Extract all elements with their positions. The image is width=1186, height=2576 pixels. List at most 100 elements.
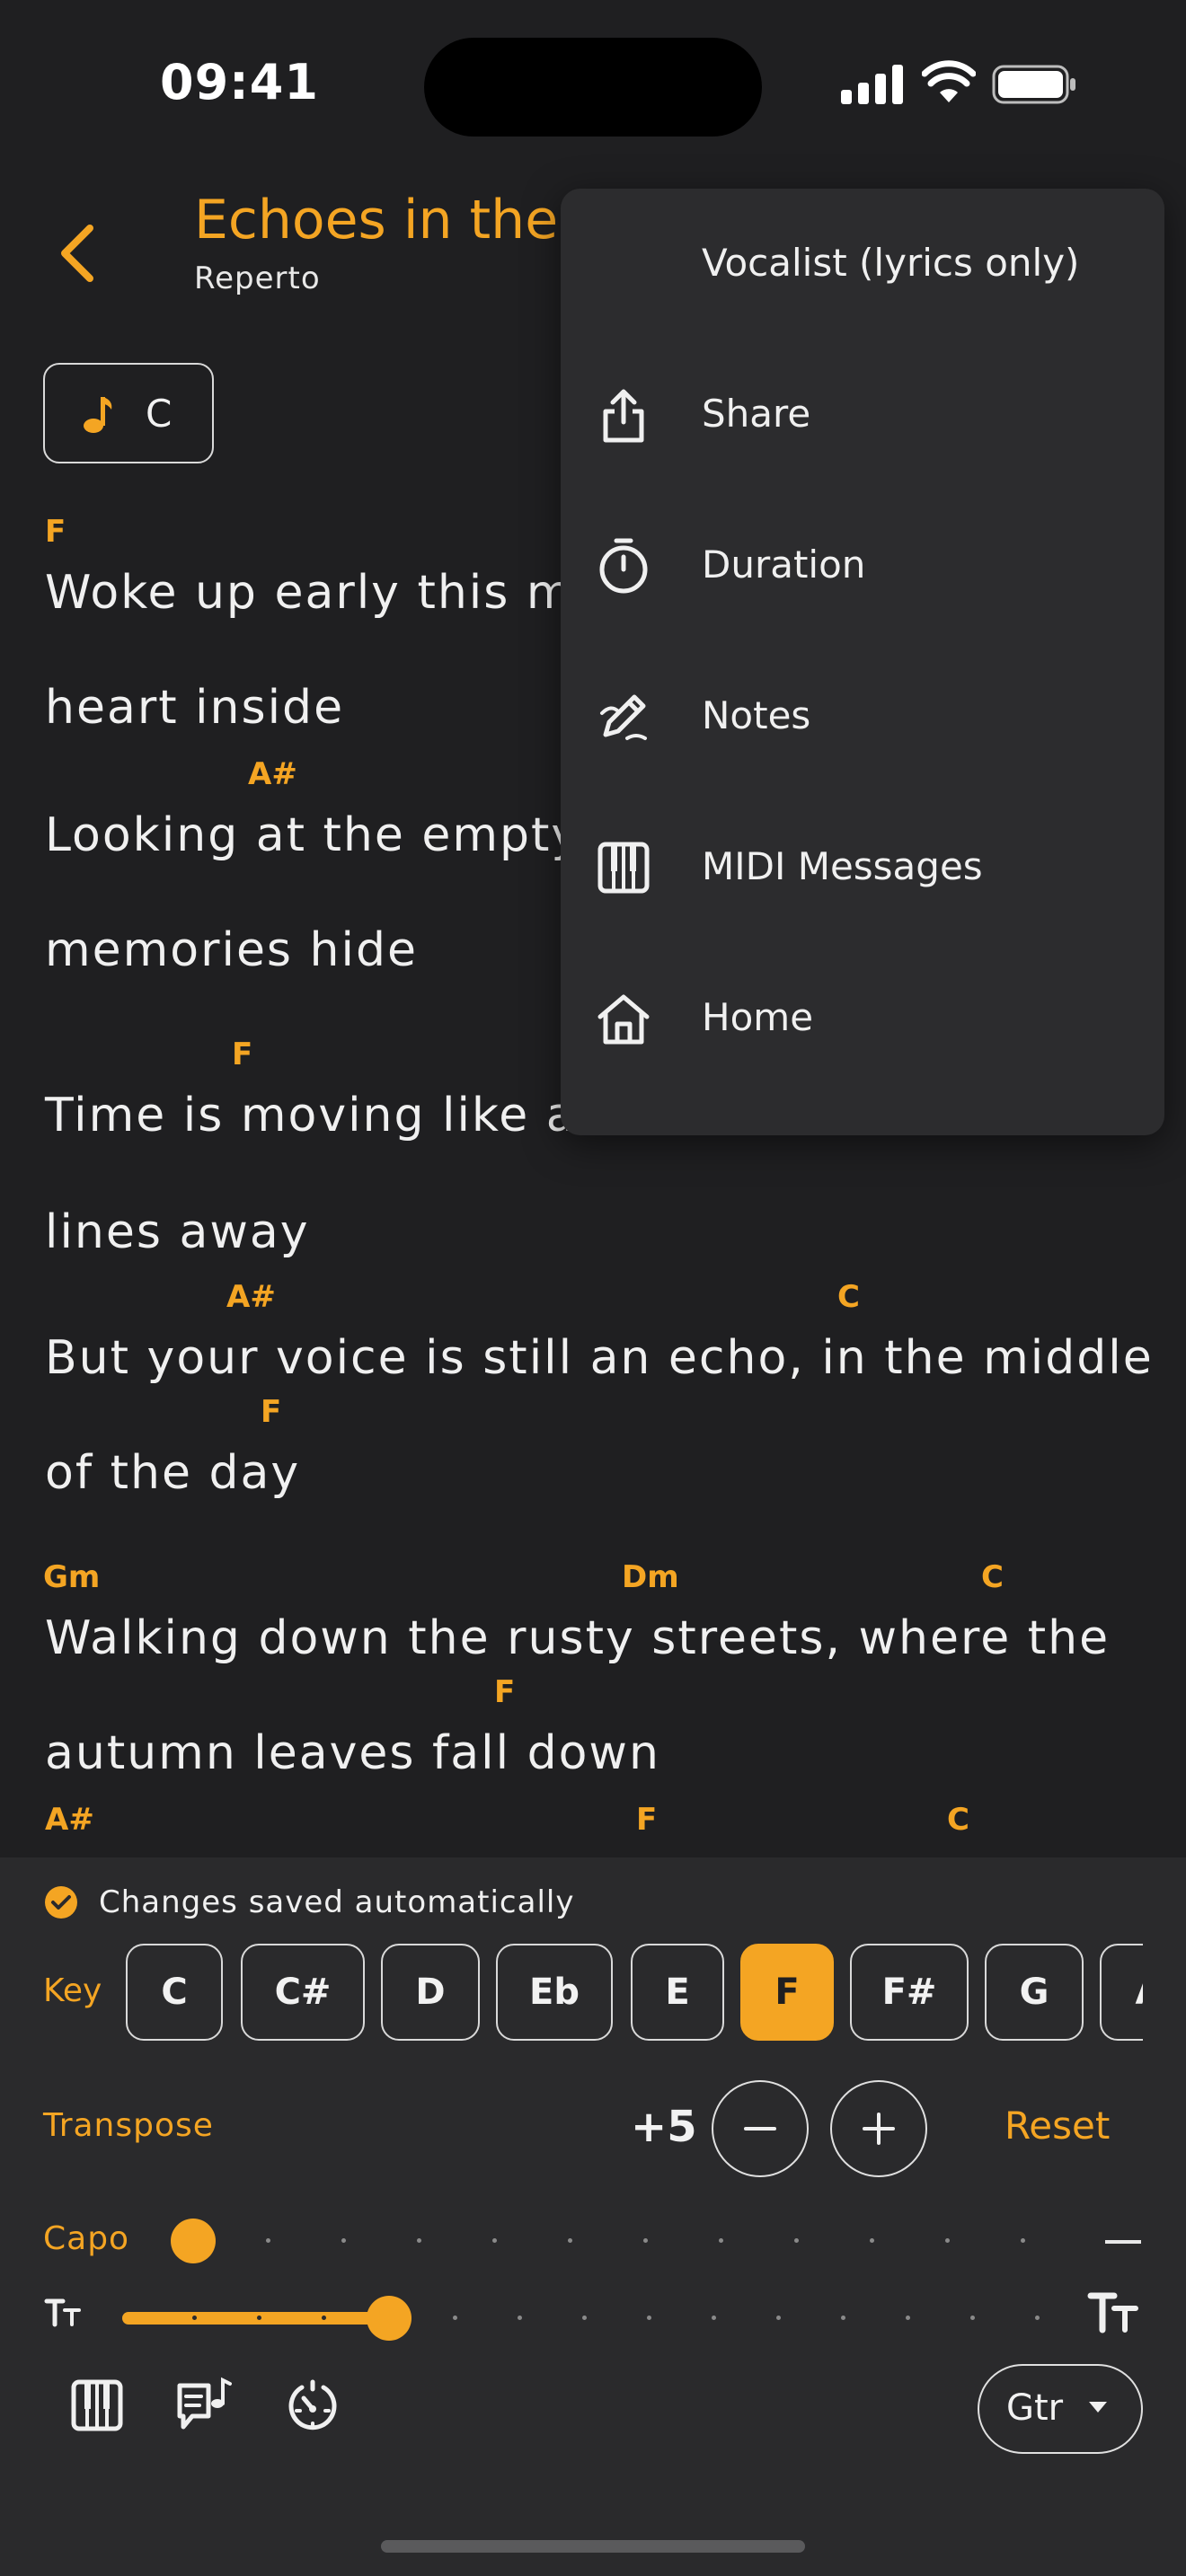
- font-size-small-icon: [44, 2298, 81, 2327]
- capo-tick: [1021, 2238, 1025, 2243]
- capo-tick: [266, 2238, 270, 2243]
- instrument-label: Gtr: [1006, 2387, 1064, 2429]
- chord-label: C: [837, 1279, 860, 1315]
- menu-item-label: Home: [702, 995, 814, 1039]
- home-indicator[interactable]: [381, 2540, 805, 2553]
- lyric-line: Time is moving like a: [45, 1089, 577, 1142]
- transpose-label: Transpose: [43, 2107, 214, 2144]
- font-size-tick: [257, 2316, 261, 2320]
- chord-label: Gm: [43, 1559, 101, 1595]
- instrument-dropdown[interactable]: Gtr: [978, 2364, 1143, 2454]
- key-button-a[interactable]: A: [1100, 1944, 1143, 2041]
- capo-tick: [945, 2238, 950, 2243]
- font-size-tick: [192, 2316, 197, 2320]
- font-size-tick: [582, 2316, 587, 2320]
- menu-item-label: MIDI Messages: [702, 844, 983, 888]
- controls-panel: Changes saved automatically Key C C# D E…: [0, 1857, 1186, 2576]
- options-menu: Vocalist (lyrics only) Share Duration No…: [561, 189, 1164, 1135]
- key-button-eb[interactable]: Eb: [496, 1944, 613, 2041]
- lyric-line: of the day: [45, 1446, 301, 1500]
- capo-tick: [417, 2238, 421, 2243]
- font-size-tick: [322, 2316, 326, 2320]
- key-button-f[interactable]: F: [740, 1944, 834, 2041]
- reset-button[interactable]: Reset: [1005, 2104, 1110, 2148]
- share-icon: [603, 389, 644, 443]
- font-size-tick: [906, 2316, 910, 2320]
- font-size-tick: [453, 2316, 457, 2320]
- pencil-icon: [600, 694, 647, 740]
- font-size-slider-fill: [122, 2312, 388, 2325]
- menu-item-label: Notes: [702, 693, 811, 737]
- key-button-c-sharp[interactable]: C#: [241, 1944, 365, 2041]
- capo-tick: [341, 2238, 346, 2243]
- menu-item-midi-messages[interactable]: MIDI Messages: [561, 792, 1164, 943]
- lyric-line: Looking at the empty: [45, 808, 581, 862]
- font-size-tick: [841, 2316, 845, 2320]
- key-selector[interactable]: C C# D Eb E F F# G A: [126, 1944, 1143, 2044]
- capo-tick: [870, 2238, 874, 2243]
- chord-label: F: [45, 514, 66, 550]
- plus-icon: [863, 2113, 895, 2145]
- key-button-e[interactable]: E: [631, 1944, 724, 2041]
- lyrics-music-icon[interactable]: [174, 2377, 232, 2434]
- font-size-slider-thumb[interactable]: [367, 2296, 412, 2341]
- menu-item-home[interactable]: Home: [561, 943, 1164, 1094]
- menu-item-label: Duration: [702, 543, 866, 587]
- font-size-tick: [712, 2316, 716, 2320]
- font-size-tick: [647, 2316, 651, 2320]
- stopwatch-icon: [599, 538, 648, 594]
- chord-label: C: [947, 1802, 969, 1838]
- chord-label: Dm: [622, 1559, 679, 1595]
- lyric-line: Woke up early this mo: [45, 566, 605, 620]
- chord-label: A#: [226, 1279, 276, 1315]
- transpose-down-button[interactable]: [712, 2080, 809, 2177]
- lyric-line: heart inside: [45, 681, 345, 735]
- font-size-tick: [970, 2316, 975, 2320]
- chord-label: A#: [248, 756, 297, 792]
- font-size-large-icon: [1087, 2292, 1138, 2333]
- lyric-line: But your voice is still an echo, in the …: [45, 1331, 1154, 1385]
- lyric-line: Walking down the rusty streets, where th…: [45, 1611, 1111, 1665]
- capo-label: Capo: [43, 2220, 130, 2257]
- capo-tick: [492, 2238, 497, 2243]
- transpose-value: +5: [631, 2102, 697, 2152]
- menu-item-vocalist[interactable]: Vocalist (lyrics only): [561, 189, 1164, 340]
- lyric-line: lines away: [45, 1205, 310, 1259]
- capo-tick: [719, 2238, 723, 2243]
- lyric-line: memories hide: [45, 923, 418, 977]
- font-size-tick: [776, 2316, 781, 2320]
- metronome-icon[interactable]: [284, 2377, 341, 2434]
- chord-label: F: [232, 1037, 253, 1072]
- key-label: Key: [43, 1972, 102, 2009]
- chord-label: C: [981, 1559, 1004, 1595]
- chord-label: A#: [45, 1802, 94, 1838]
- transpose-up-button[interactable]: [830, 2080, 927, 2177]
- chord-label: F: [261, 1394, 282, 1430]
- piano-icon[interactable]: [68, 2377, 126, 2434]
- piano-icon: [597, 842, 650, 894]
- chord-label: F: [494, 1674, 516, 1710]
- font-size-tick: [518, 2316, 522, 2320]
- capo-dash: [1105, 2240, 1141, 2244]
- check-circle-icon: [45, 1886, 77, 1919]
- key-button-d[interactable]: D: [381, 1944, 480, 2041]
- key-button-g[interactable]: G: [985, 1944, 1084, 2041]
- menu-item-duration[interactable]: Duration: [561, 490, 1164, 641]
- menu-item-label: Vocalist (lyrics only): [702, 241, 1080, 285]
- capo-tick: [643, 2238, 648, 2243]
- lyric-line: autumn leaves fall down: [45, 1726, 660, 1780]
- menu-item-notes[interactable]: Notes: [561, 641, 1164, 792]
- autosave-status: Changes saved automatically: [99, 1884, 575, 1920]
- chord-label: F: [636, 1802, 658, 1838]
- home-icon: [597, 994, 650, 1045]
- capo-tick: [794, 2238, 799, 2243]
- capo-slider-thumb[interactable]: [171, 2219, 216, 2263]
- key-button-f-sharp[interactable]: F#: [850, 1944, 969, 2041]
- capo-tick: [568, 2238, 572, 2243]
- key-button-c[interactable]: C: [126, 1944, 223, 2041]
- menu-item-share[interactable]: Share: [561, 340, 1164, 490]
- minus-icon: [744, 2127, 776, 2130]
- font-size-tick: [1035, 2316, 1040, 2320]
- menu-item-label: Share: [702, 392, 811, 436]
- caret-down-icon: [1089, 2402, 1107, 2413]
